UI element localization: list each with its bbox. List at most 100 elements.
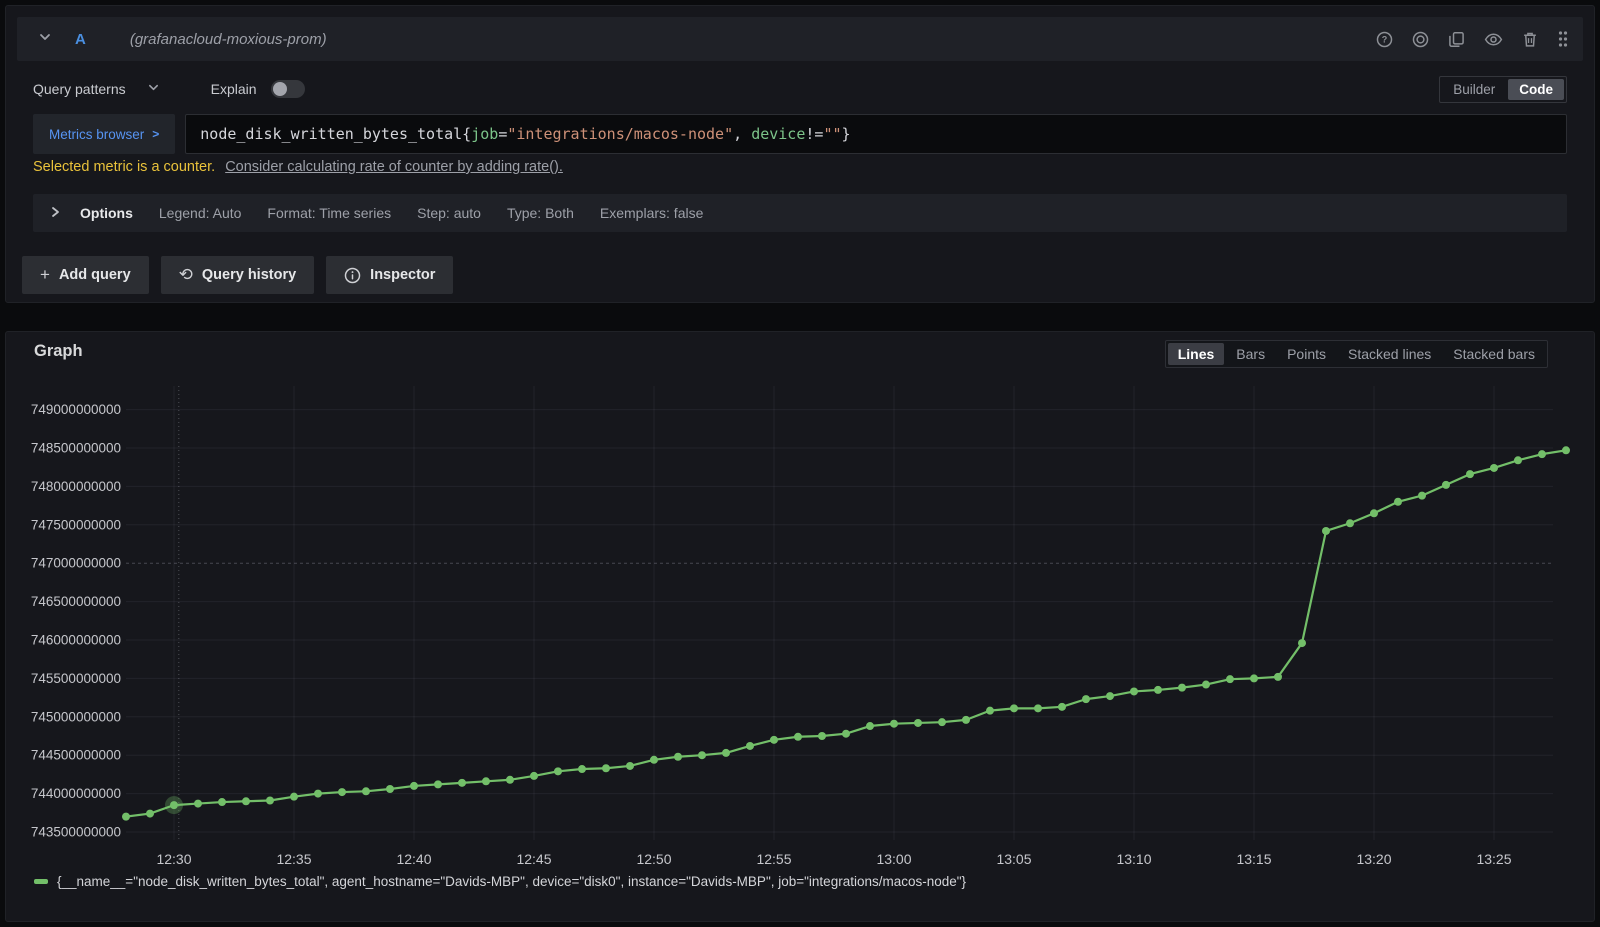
- data-point[interactable]: [1130, 687, 1138, 695]
- data-point[interactable]: [986, 707, 994, 715]
- data-point[interactable]: [698, 751, 706, 759]
- code-mode-button[interactable]: Code: [1508, 79, 1564, 100]
- data-point[interactable]: [650, 756, 658, 764]
- data-point[interactable]: [434, 780, 442, 788]
- drag-handle-icon[interactable]: [1557, 30, 1569, 48]
- data-point[interactable]: [458, 779, 466, 787]
- help-icon[interactable]: ?: [1376, 31, 1393, 48]
- data-point[interactable]: [1298, 639, 1306, 647]
- data-point[interactable]: [1514, 456, 1522, 464]
- data-point[interactable]: [842, 730, 850, 738]
- query-input-row: Metrics browser > node_disk_written_byte…: [33, 114, 1567, 154]
- data-point[interactable]: [194, 800, 202, 808]
- query-patterns-button[interactable]: Query patterns: [33, 81, 126, 97]
- duplicate-query-icon[interactable]: [1448, 31, 1465, 48]
- data-point[interactable]: [482, 777, 490, 785]
- data-point[interactable]: [962, 716, 970, 724]
- graph-mode-tab-points[interactable]: Points: [1277, 343, 1336, 365]
- data-point[interactable]: [242, 797, 250, 805]
- data-point[interactable]: [914, 719, 922, 727]
- data-point[interactable]: [362, 787, 370, 795]
- builder-mode-button[interactable]: Builder: [1442, 79, 1506, 100]
- legend-series-swatch[interactable]: [34, 879, 48, 884]
- data-point[interactable]: [866, 722, 874, 730]
- data-point[interactable]: [1370, 509, 1378, 517]
- query-history-button[interactable]: ⟲ Query history: [161, 256, 315, 294]
- warning-text: Selected metric is a counter.: [33, 159, 215, 175]
- explain-toggle[interactable]: [271, 80, 305, 98]
- data-point[interactable]: [1202, 681, 1210, 689]
- query-row-header: A (grafanacloud-moxious-prom) ?: [17, 17, 1583, 61]
- promql-code-input[interactable]: node_disk_written_bytes_total{job="integ…: [185, 114, 1567, 154]
- y-axis-tick-label: 744500000000: [31, 748, 121, 763]
- data-point[interactable]: [410, 782, 418, 790]
- target-icon[interactable]: [1412, 31, 1429, 48]
- data-point[interactable]: [146, 810, 154, 818]
- data-point[interactable]: [1010, 704, 1018, 712]
- data-point[interactable]: [386, 785, 394, 793]
- data-point[interactable]: [770, 736, 778, 744]
- svg-text:?: ?: [1382, 34, 1388, 44]
- collapse-query-icon[interactable]: [39, 30, 51, 48]
- data-point[interactable]: [1274, 673, 1282, 681]
- chevron-right-icon: [51, 206, 60, 221]
- x-axis-tick-label: 12:40: [396, 851, 431, 867]
- data-point[interactable]: [1250, 674, 1258, 682]
- data-point[interactable]: [626, 762, 634, 770]
- data-point[interactable]: [290, 793, 298, 801]
- graph-mode-tab-stacked-lines[interactable]: Stacked lines: [1338, 343, 1441, 365]
- inspector-button[interactable]: Inspector: [326, 256, 453, 294]
- data-point[interactable]: [1346, 519, 1354, 527]
- metrics-browser-button[interactable]: Metrics browser >: [33, 114, 175, 154]
- query-token-plain: =: [498, 125, 507, 143]
- data-point[interactable]: [1490, 464, 1498, 472]
- inspector-label: Inspector: [370, 267, 435, 283]
- hide-response-eye-icon[interactable]: [1484, 31, 1503, 48]
- data-point[interactable]: [674, 753, 682, 761]
- data-point[interactable]: [1322, 527, 1330, 535]
- data-point[interactable]: [1082, 695, 1090, 703]
- data-point[interactable]: [938, 718, 946, 726]
- data-point[interactable]: [122, 813, 130, 821]
- data-point[interactable]: [218, 798, 226, 806]
- data-point[interactable]: [1442, 481, 1450, 489]
- graph-mode-tab-lines[interactable]: Lines: [1168, 343, 1225, 365]
- graph-mode-tab-stacked-bars[interactable]: Stacked bars: [1443, 343, 1545, 365]
- data-point[interactable]: [722, 749, 730, 757]
- data-point[interactable]: [1466, 470, 1474, 478]
- remove-query-trash-icon[interactable]: [1522, 31, 1538, 48]
- data-point[interactable]: [1106, 692, 1114, 700]
- data-point[interactable]: [170, 801, 178, 809]
- data-point[interactable]: [794, 733, 802, 741]
- data-point[interactable]: [1394, 498, 1402, 506]
- data-point[interactable]: [1538, 450, 1546, 458]
- data-point[interactable]: [1178, 684, 1186, 692]
- data-point[interactable]: [1034, 704, 1042, 712]
- options-collapsed-row[interactable]: Options Legend: AutoFormat: Time seriesS…: [33, 194, 1567, 232]
- add-query-button[interactable]: + Add query: [22, 256, 149, 294]
- data-point[interactable]: [1226, 675, 1234, 683]
- data-point[interactable]: [1154, 686, 1162, 694]
- data-point[interactable]: [506, 776, 514, 784]
- data-point[interactable]: [530, 772, 538, 780]
- data-point[interactable]: [554, 767, 562, 775]
- graph-mode-tab-bars[interactable]: Bars: [1226, 343, 1275, 365]
- time-series-chart[interactable]: 7435000000007440000000007445000000007450…: [17, 380, 1583, 876]
- data-point[interactable]: [890, 720, 898, 728]
- data-point[interactable]: [314, 790, 322, 798]
- data-point[interactable]: [266, 797, 274, 805]
- add-query-label: Add query: [59, 267, 131, 283]
- add-rate-link[interactable]: Consider calculating rate of counter by …: [225, 159, 563, 175]
- data-point[interactable]: [1058, 703, 1066, 711]
- chart-legend: {__name__="node_disk_written_bytes_total…: [34, 874, 966, 889]
- data-point[interactable]: [818, 732, 826, 740]
- graph-panel-title: Graph: [34, 342, 83, 361]
- data-point[interactable]: [338, 788, 346, 796]
- legend-series-label[interactable]: {__name__="node_disk_written_bytes_total…: [57, 874, 966, 889]
- chevron-down-icon[interactable]: [148, 80, 159, 98]
- data-point[interactable]: [746, 742, 754, 750]
- data-point[interactable]: [1562, 446, 1570, 454]
- data-point[interactable]: [602, 764, 610, 772]
- data-point[interactable]: [1418, 492, 1426, 500]
- data-point[interactable]: [578, 765, 586, 773]
